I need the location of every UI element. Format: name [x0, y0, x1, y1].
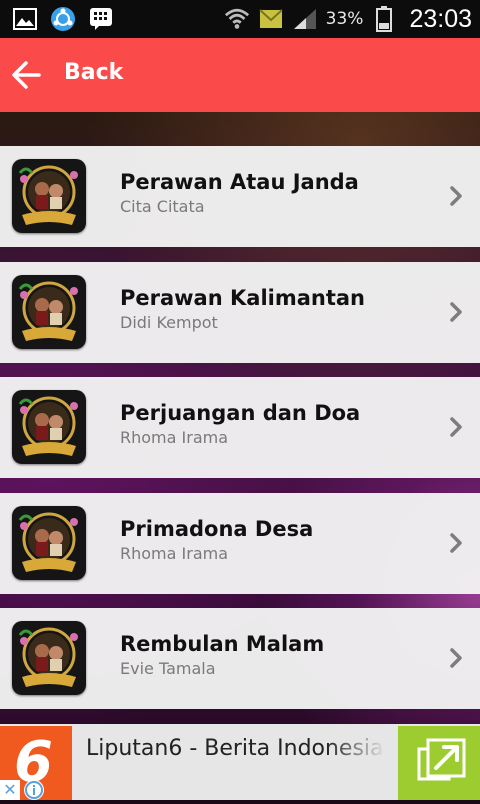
album-thumbnail — [12, 390, 86, 464]
song-artist: Didi Kempot — [120, 312, 218, 332]
song-row[interactable]: Perjuangan dan Doa Rhoma Irama — [0, 377, 480, 478]
song-artist: Cita Citata — [120, 197, 205, 216]
song-title: Perawan Atau Janda — [120, 170, 359, 194]
signal-icon — [292, 6, 318, 32]
song-row[interactable]: Rembulan Malam Evie Tamala — [0, 608, 480, 709]
song-list-area: Perawan Atau Janda Cita Citata Perawan Kal… — [0, 112, 480, 724]
song-row[interactable]: Primadona Desa Rhoma Irama — [0, 492, 480, 594]
notification-icons — [12, 6, 114, 32]
battery-percent: 33% — [325, 9, 364, 29]
app-header: Back — [0, 38, 480, 112]
open-external-icon — [417, 738, 466, 781]
album-thumbnail — [12, 621, 86, 695]
back-arrow-icon — [12, 61, 41, 89]
song-title: Perawan Kalimantan — [120, 285, 365, 310]
chevron-right-icon — [450, 648, 462, 668]
song-row[interactable]: Perawan Atau Janda Cita Citata — [0, 146, 480, 247]
song-title: Perjuangan dan Doa — [120, 401, 361, 425]
battery-icon — [371, 6, 397, 32]
sync-icon — [50, 6, 76, 32]
song-artist: Evie Tamala — [120, 659, 216, 678]
chevron-right-icon — [450, 417, 462, 437]
song-row[interactable]: Perawan Kalimantan Didi Kempot — [0, 261, 480, 363]
back-label[interactable]: Back — [64, 60, 123, 85]
album-thumbnail — [12, 159, 86, 233]
ad-info-icon[interactable] — [24, 780, 44, 800]
clock: 23:03 — [409, 4, 472, 33]
ad-close-icon[interactable]: ✕ — [0, 780, 20, 800]
wifi-icon — [224, 6, 250, 32]
message-icon — [258, 6, 284, 32]
album-thumbnail — [12, 274, 86, 349]
gallery-icon — [12, 6, 38, 32]
ad-open-button[interactable] — [398, 726, 480, 800]
chevron-right-icon — [450, 301, 462, 322]
ad-text[interactable]: Liputan6 - Berita Indonesia — [86, 736, 386, 761]
chevron-right-icon — [450, 186, 462, 206]
song-artist: Rhoma Irama — [120, 428, 229, 447]
status-bar: 33% 23:03 — [0, 0, 480, 38]
ad-banner[interactable]: 6 ✕ Liputan6 - Berita Indonesia — [0, 724, 480, 800]
system-icons: 33% 23:03 — [224, 0, 472, 38]
chevron-right-icon — [450, 532, 462, 553]
album-thumbnail — [12, 505, 86, 580]
song-artist: Rhoma Irama — [120, 543, 229, 563]
bbm-icon — [88, 6, 114, 32]
song-title: Rembulan Malam — [120, 632, 325, 656]
song-title: Primadona Desa — [120, 516, 314, 541]
